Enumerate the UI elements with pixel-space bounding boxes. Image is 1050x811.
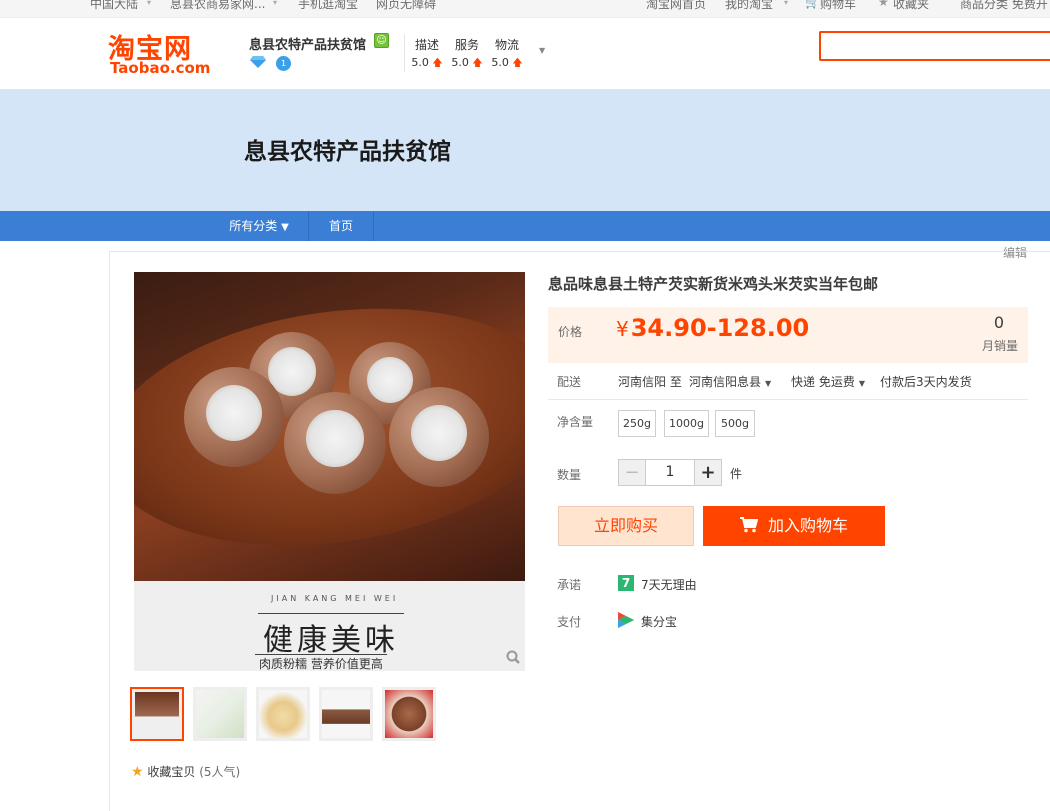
- spec-option-500g[interactable]: 500g: [715, 410, 755, 437]
- search-input[interactable]: [819, 31, 1050, 61]
- topbar-shop-link[interactable]: 息县农商易家网...: [170, 0, 265, 12]
- quantity-label: 数量: [557, 468, 582, 482]
- rating-service: 服务 5.0 🡅: [451, 38, 483, 69]
- jifenbao-icon: [618, 612, 634, 628]
- spec-option-250g[interactable]: 250g: [618, 410, 656, 437]
- arrow-up-icon: 🡅: [472, 58, 483, 69]
- promise-text[interactable]: 7天无理由: [641, 576, 697, 593]
- payment-text: 集分宝: [641, 615, 678, 629]
- triangle-down-icon: ▼: [281, 222, 289, 233]
- site-topbar: 中国大陆 ▾ 息县农商易家网... ▾ 手机逛淘宝 网页无障碍 淘宝网首页 我的…: [0, 0, 1050, 18]
- taobao-logo-en[interactable]: Taobao.com: [110, 59, 210, 77]
- weight-label: 净含量: [557, 415, 594, 429]
- topbar-home-link[interactable]: 淘宝网首页: [646, 0, 706, 12]
- topbar-mobile-link[interactable]: 手机逛淘宝: [298, 0, 358, 12]
- nav-home[interactable]: 首页: [309, 211, 373, 241]
- payment-label: 支付: [557, 615, 582, 629]
- chevron-down-icon: ▾: [784, 0, 789, 7]
- buy-now-button[interactable]: 立即购买: [558, 506, 694, 546]
- image-caption: JIAN KANG MEI WEI 健康美味 肉质粉糯 营养价值更高: [134, 581, 525, 671]
- price-value: ¥34.90-128.00: [616, 314, 810, 342]
- ship-time: 付款后3天内发货: [880, 375, 972, 389]
- star-icon: ★: [878, 0, 889, 9]
- chevron-down-icon: ▾: [273, 0, 278, 7]
- ship-method-select[interactable]: 快递 免运费 ▼: [791, 373, 865, 390]
- rating-description: 描述 5.0 🡅: [411, 38, 443, 69]
- product-title: 息品味息县土特产芡实新货米鸡头米芡实当年包邮: [548, 275, 879, 293]
- cart-icon: 🛒: [805, 0, 820, 9]
- region-selector[interactable]: 中国大陆: [90, 0, 138, 12]
- chevron-down-icon: ▾: [147, 0, 152, 7]
- promise-label: 承诺: [557, 578, 582, 592]
- add-to-cart-button[interactable]: 加入购物车: [703, 506, 885, 546]
- diamond-icon: [250, 56, 266, 68]
- arrow-up-icon: 🡅: [512, 58, 523, 69]
- zoom-icon[interactable]: [506, 650, 520, 664]
- nav-all-categories[interactable]: 所有分类 ▼: [210, 211, 308, 241]
- thumbnail-1[interactable]: [130, 687, 184, 741]
- triangle-down-icon: ▼: [765, 379, 772, 388]
- quantity-unit: 件: [730, 467, 743, 481]
- shop-banner: 息县农特产品扶贫馆: [0, 90, 1050, 211]
- shop-navbar: 所有分类 ▼ 首页: [0, 211, 1050, 241]
- quantity-decrease-button[interactable]: −: [618, 459, 646, 486]
- rating-expand-icon[interactable]: ▼: [539, 46, 545, 55]
- topbar-cart-link[interactable]: 购物车: [820, 0, 856, 12]
- cart-icon: [739, 517, 758, 533]
- price-panel: 价格 ¥34.90-128.00 0 月销量: [548, 307, 1028, 363]
- thumbnail-5[interactable]: [382, 687, 436, 741]
- topbar-my-taobao[interactable]: 我的淘宝: [725, 0, 773, 12]
- shop-header: 淘宝网 Taobao.com 息县农特产品扶贫馆 ☺ 1 描述 5.0 🡅 服务…: [0, 18, 1050, 90]
- product-main-image[interactable]: JIAN KANG MEI WEI 健康美味 肉质粉糯 营养价值更高: [134, 272, 525, 671]
- star-icon: ★: [131, 764, 144, 780]
- product-photo: [134, 272, 525, 581]
- shop-level-icon: 1: [276, 56, 291, 71]
- monthly-sales-label: 月销量: [981, 339, 1018, 353]
- ship-from: 河南信阳 至: [618, 375, 682, 389]
- banner-title: 息县农特产品扶贫馆: [244, 139, 451, 165]
- divider: [548, 399, 1028, 400]
- rating-logistics: 物流 5.0 🡅: [491, 38, 523, 69]
- topbar-favorites-link[interactable]: 收藏夹: [893, 0, 929, 12]
- shop-name[interactable]: 息县农特产品扶贫馆: [249, 34, 366, 53]
- thumbnail-3[interactable]: [256, 687, 310, 741]
- quantity-input[interactable]: 1: [645, 459, 695, 486]
- arrow-up-icon: 🡅: [432, 58, 443, 69]
- seven-day-return-icon: 7: [618, 575, 634, 591]
- topbar-accessibility-link[interactable]: 网页无障碍: [376, 0, 436, 12]
- shipping-label: 配送: [557, 375, 582, 389]
- monthly-sales-count: 0: [993, 313, 1004, 332]
- shop-verified-icon: ☺: [374, 33, 389, 48]
- triangle-down-icon: ▼: [858, 379, 865, 388]
- favorite-item[interactable]: ★ 收藏宝贝 (5人气): [131, 763, 240, 780]
- thumbnail-4[interactable]: [319, 687, 373, 741]
- quantity-increase-button[interactable]: +: [694, 459, 722, 486]
- topbar-more-link[interactable]: 商品分类 免费开: [960, 0, 1048, 12]
- ship-destination-select[interactable]: 河南信阳息县 ▼: [689, 373, 771, 390]
- spec-option-1000g[interactable]: 1000g: [664, 410, 709, 437]
- thumbnail-2[interactable]: [193, 687, 247, 741]
- header-divider: [404, 34, 405, 72]
